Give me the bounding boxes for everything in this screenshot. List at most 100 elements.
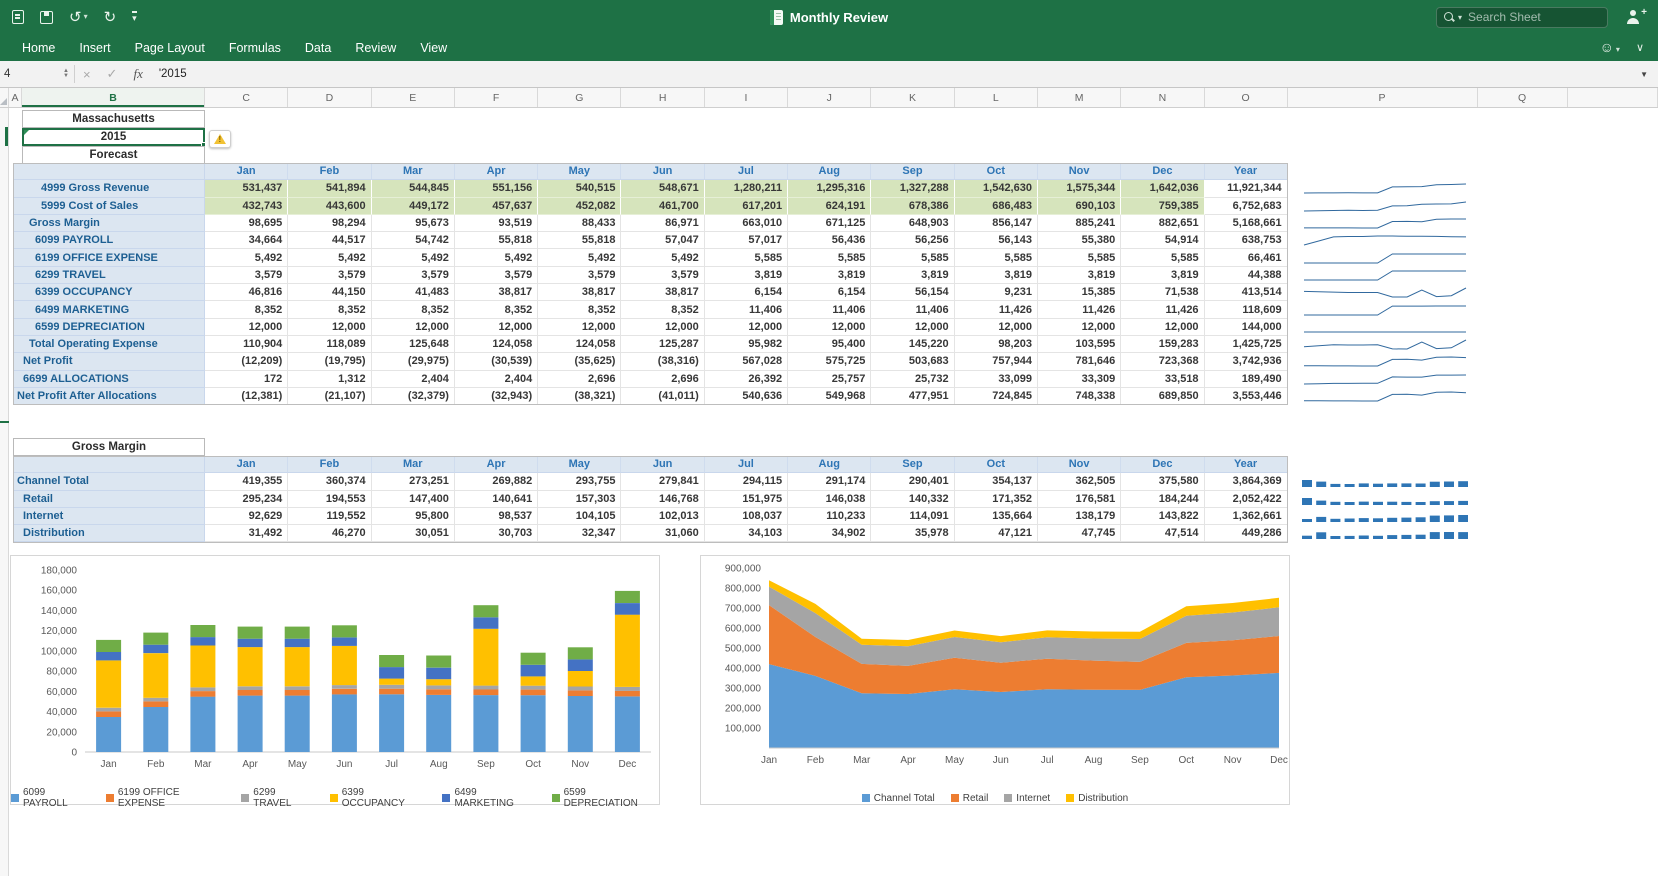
cancel-icon[interactable]: × [75, 67, 99, 82]
row-label[interactable]: 5999 Cost of Sales [13, 198, 205, 215]
value-cell[interactable]: 2,696 [538, 371, 621, 388]
row-label[interactable]: 6399 OCCUPANCY [13, 284, 205, 301]
value-cell[interactable]: 548,671 [621, 180, 704, 197]
value-cell[interactable]: 159,283 [1121, 336, 1204, 353]
table-corner-cell[interactable] [13, 163, 205, 180]
value-cell[interactable]: 57,017 [705, 232, 788, 249]
gross-margin-title-cell[interactable]: Gross Margin [13, 438, 205, 456]
value-cell[interactable]: 102,013 [621, 508, 704, 525]
row-label[interactable]: Total Operating Expense [13, 336, 205, 353]
value-cell[interactable]: 92,629 [205, 508, 288, 525]
month-header[interactable]: Jun [621, 163, 704, 180]
year-value-cell[interactable]: 1,362,661 [1205, 508, 1288, 525]
row-label[interactable]: Net Profit [13, 353, 205, 370]
value-cell[interactable]: (12,209) [205, 353, 288, 370]
value-cell[interactable]: 5,585 [705, 249, 788, 266]
collapse-ribbon-icon[interactable]: ∨ [1636, 41, 1644, 54]
value-cell[interactable]: 57,047 [621, 232, 704, 249]
value-cell[interactable]: 432,743 [205, 198, 288, 215]
month-header[interactable]: Aug [788, 163, 871, 180]
column-header-D[interactable]: D [288, 88, 371, 107]
value-cell[interactable]: 46,816 [205, 284, 288, 301]
value-cell[interactable]: 157,303 [538, 491, 621, 508]
row-label[interactable]: Channel Total [13, 473, 205, 490]
year-value-cell[interactable]: 144,000 [1205, 319, 1288, 336]
value-cell[interactable]: 1,642,036 [1121, 180, 1204, 197]
value-cell[interactable]: 31,060 [621, 525, 704, 542]
value-cell[interactable]: (32,379) [372, 388, 455, 405]
value-cell[interactable]: 119,552 [288, 508, 371, 525]
value-cell[interactable]: 25,757 [788, 371, 871, 388]
value-cell[interactable]: 12,000 [621, 319, 704, 336]
value-cell[interactable]: 135,664 [955, 508, 1038, 525]
value-cell[interactable]: 723,368 [1121, 353, 1204, 370]
value-cell[interactable]: 143,822 [1121, 508, 1204, 525]
value-cell[interactable]: 171,352 [955, 491, 1038, 508]
value-cell[interactable]: 104,105 [538, 508, 621, 525]
row-label[interactable]: Distribution [13, 525, 205, 542]
month-header[interactable]: Mar [372, 163, 455, 180]
month-header[interactable]: Apr [455, 456, 538, 473]
row-label[interactable]: 6499 MARKETING [13, 301, 205, 318]
value-cell[interactable]: 541,894 [288, 180, 371, 197]
row-label[interactable]: Internet [13, 508, 205, 525]
value-cell[interactable]: 35,978 [871, 525, 954, 542]
value-cell[interactable]: (41,011) [621, 388, 704, 405]
value-cell[interactable]: 146,038 [788, 491, 871, 508]
value-cell[interactable]: 11,426 [1121, 301, 1204, 318]
value-cell[interactable]: 151,975 [705, 491, 788, 508]
column-header-G[interactable]: G [538, 88, 621, 107]
value-cell[interactable]: 3,819 [788, 267, 871, 284]
value-cell[interactable]: 56,256 [871, 232, 954, 249]
year-value-cell[interactable]: 413,514 [1205, 284, 1288, 301]
name-box[interactable]: 4 [0, 61, 58, 87]
column-header-J[interactable]: J [788, 88, 871, 107]
value-cell[interactable]: 93,519 [455, 215, 538, 232]
value-cell[interactable]: 293,755 [538, 473, 621, 490]
value-cell[interactable]: 55,818 [455, 232, 538, 249]
value-cell[interactable]: 648,903 [871, 215, 954, 232]
year-value-cell[interactable]: 3,742,936 [1205, 353, 1288, 370]
value-cell[interactable]: 33,309 [1038, 371, 1121, 388]
value-cell[interactable]: 95,673 [372, 215, 455, 232]
enter-icon[interactable]: ✓ [99, 66, 126, 82]
value-cell[interactable]: 38,817 [621, 284, 704, 301]
row-label[interactable]: 6599 DEPRECIATION [13, 319, 205, 336]
month-header[interactable]: May [538, 456, 621, 473]
value-cell[interactable]: 138,179 [1038, 508, 1121, 525]
value-cell[interactable]: 5,585 [1038, 249, 1121, 266]
month-header[interactable]: Nov [1038, 456, 1121, 473]
value-cell[interactable]: (32,943) [455, 388, 538, 405]
value-cell[interactable]: 294,115 [705, 473, 788, 490]
value-cell[interactable]: 748,338 [1038, 388, 1121, 405]
month-header[interactable]: Jan [205, 456, 288, 473]
year-value-cell[interactable]: 2,052,422 [1205, 491, 1288, 508]
row-label[interactable]: 6199 OFFICE EXPENSE [13, 249, 205, 266]
value-cell[interactable]: 551,156 [455, 180, 538, 197]
value-cell[interactable]: 1,295,316 [788, 180, 871, 197]
value-cell[interactable]: 1,280,211 [705, 180, 788, 197]
cell-state[interactable]: Massachusetts [22, 110, 205, 128]
month-header[interactable]: Dec [1121, 456, 1204, 473]
year-value-cell[interactable]: 638,753 [1205, 232, 1288, 249]
value-cell[interactable]: 38,817 [455, 284, 538, 301]
month-header[interactable]: Jun [621, 456, 704, 473]
value-cell[interactable]: 757,944 [955, 353, 1038, 370]
month-header[interactable]: Aug [788, 456, 871, 473]
value-cell[interactable]: 114,091 [871, 508, 954, 525]
value-cell[interactable]: 46,270 [288, 525, 371, 542]
value-cell[interactable]: 71,538 [1121, 284, 1204, 301]
year-value-cell[interactable]: 11,921,344 [1205, 180, 1288, 197]
value-cell[interactable]: 41,483 [372, 284, 455, 301]
insert-function-icon[interactable]: fx [125, 66, 150, 82]
value-cell[interactable]: 11,426 [1038, 301, 1121, 318]
value-cell[interactable]: 882,651 [1121, 215, 1204, 232]
value-cell[interactable]: 6,154 [705, 284, 788, 301]
row-label[interactable]: 6699 ALLOCATIONS [13, 371, 205, 388]
tab-review[interactable]: Review [343, 34, 408, 61]
value-cell[interactable]: 47,121 [955, 525, 1038, 542]
value-cell[interactable]: 140,641 [455, 491, 538, 508]
value-cell[interactable]: 690,103 [1038, 198, 1121, 215]
value-cell[interactable]: 56,154 [871, 284, 954, 301]
value-cell[interactable]: 86,971 [621, 215, 704, 232]
